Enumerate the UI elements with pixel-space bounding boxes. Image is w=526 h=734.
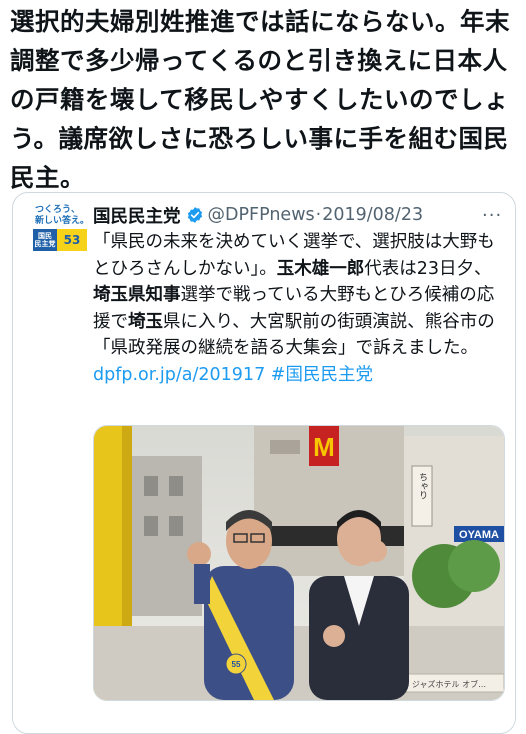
avatar-slogan: つくろう、 新しい答え。 [35,205,90,226]
party-logo-label: 国民 民主党 [33,229,57,251]
tweet-photo[interactable]: M ちゃり OYAMA ジャズホテル オブ… 55 [93,425,505,701]
sash-number: 55 [232,660,241,669]
body-text: 代表は23日夕、 [364,258,492,279]
body-bold-name: 玉木雄一郎 [276,258,365,279]
tweet-text: 選択的夫婦別姓推進では話にならない。年末調整で多少帰ってくるのと引き換えに日本人… [10,7,510,192]
sign-logo: M [313,432,335,462]
photo-illustration: M ちゃり OYAMA ジャズホテル オブ… 55 [94,426,504,700]
quoted-tweet-header: 国民民主党 @DPFPnews · 2019/08/23 [93,203,503,227]
sign-right: OYAMA [459,529,499,541]
verified-badge-icon [186,206,204,224]
quoted-tweet-card[interactable]: つくろう、 新しい答え。 国民 民主党 53 国民民主党 @DPFPnews ·… [12,192,516,734]
sign-left: ちゃり [417,472,427,499]
body-bold-office: 埼玉県知事 [93,285,181,305]
sign-bottom: ジャズホテル オブ… [412,679,486,689]
separator: · [315,205,322,225]
account-name[interactable]: 国民民主党 [93,203,181,228]
body-bold-place: 埼玉 [128,311,163,332]
party-logo: 国民 民主党 53 [33,229,87,251]
party-logo-number: 53 [57,229,87,251]
hashtag-link[interactable]: #国民民主党 [271,365,373,385]
account-handle[interactable]: @DPFPnews [208,205,315,225]
url-link[interactable]: dpfp.or.jp/a/201917 [93,365,265,385]
avatar[interactable]: つくろう、 新しい答え。 国民 民主党 53 [31,205,89,267]
tweet-date[interactable]: 2019/08/23 [322,205,423,225]
more-options-icon[interactable]: ··· [482,205,502,226]
quoted-tweet-text: 「県民の未来を決めていく選挙で、選択肢は大野もとひろさんしかない」。玉木雄一郎代… [93,229,503,388]
